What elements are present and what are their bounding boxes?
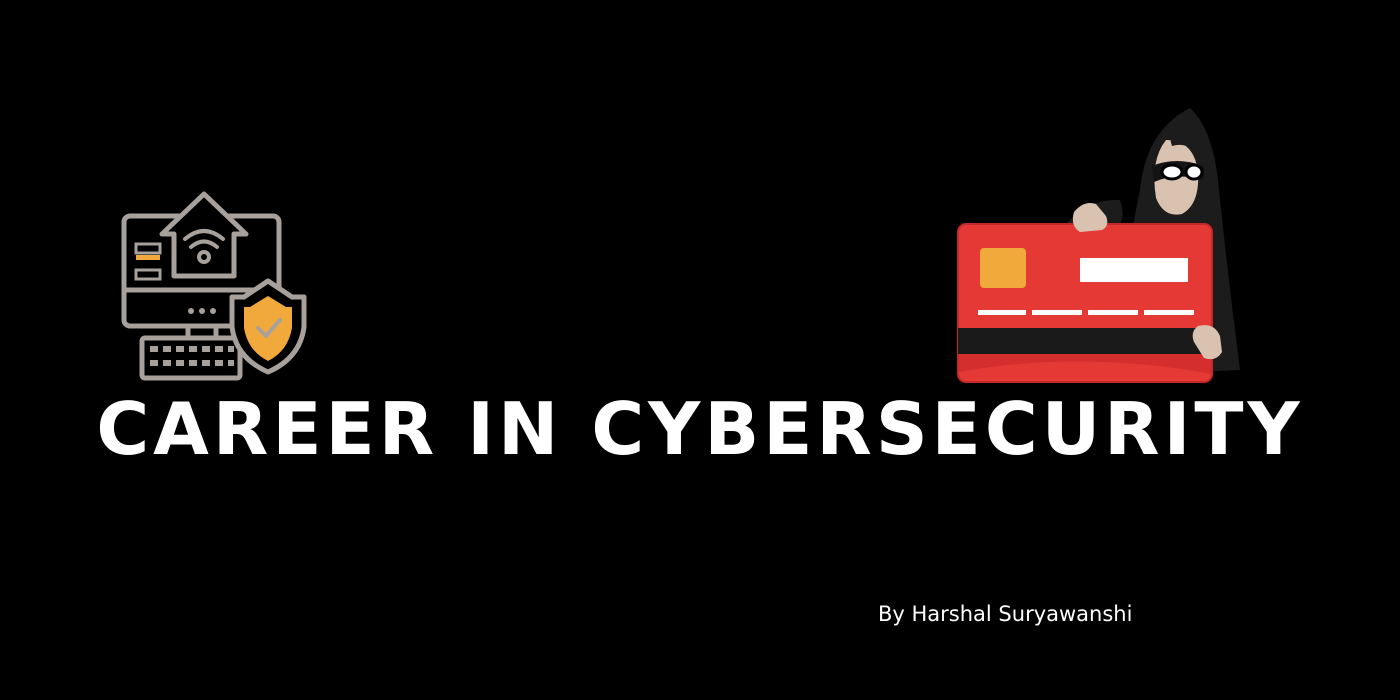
hacker-with-credit-card-icon xyxy=(957,108,1240,383)
page-title: CAREER IN CYBERSECURITY xyxy=(96,387,1304,471)
author-byline: By Harshal Suryawanshi xyxy=(878,602,1133,626)
computer-security-icon xyxy=(121,191,307,381)
